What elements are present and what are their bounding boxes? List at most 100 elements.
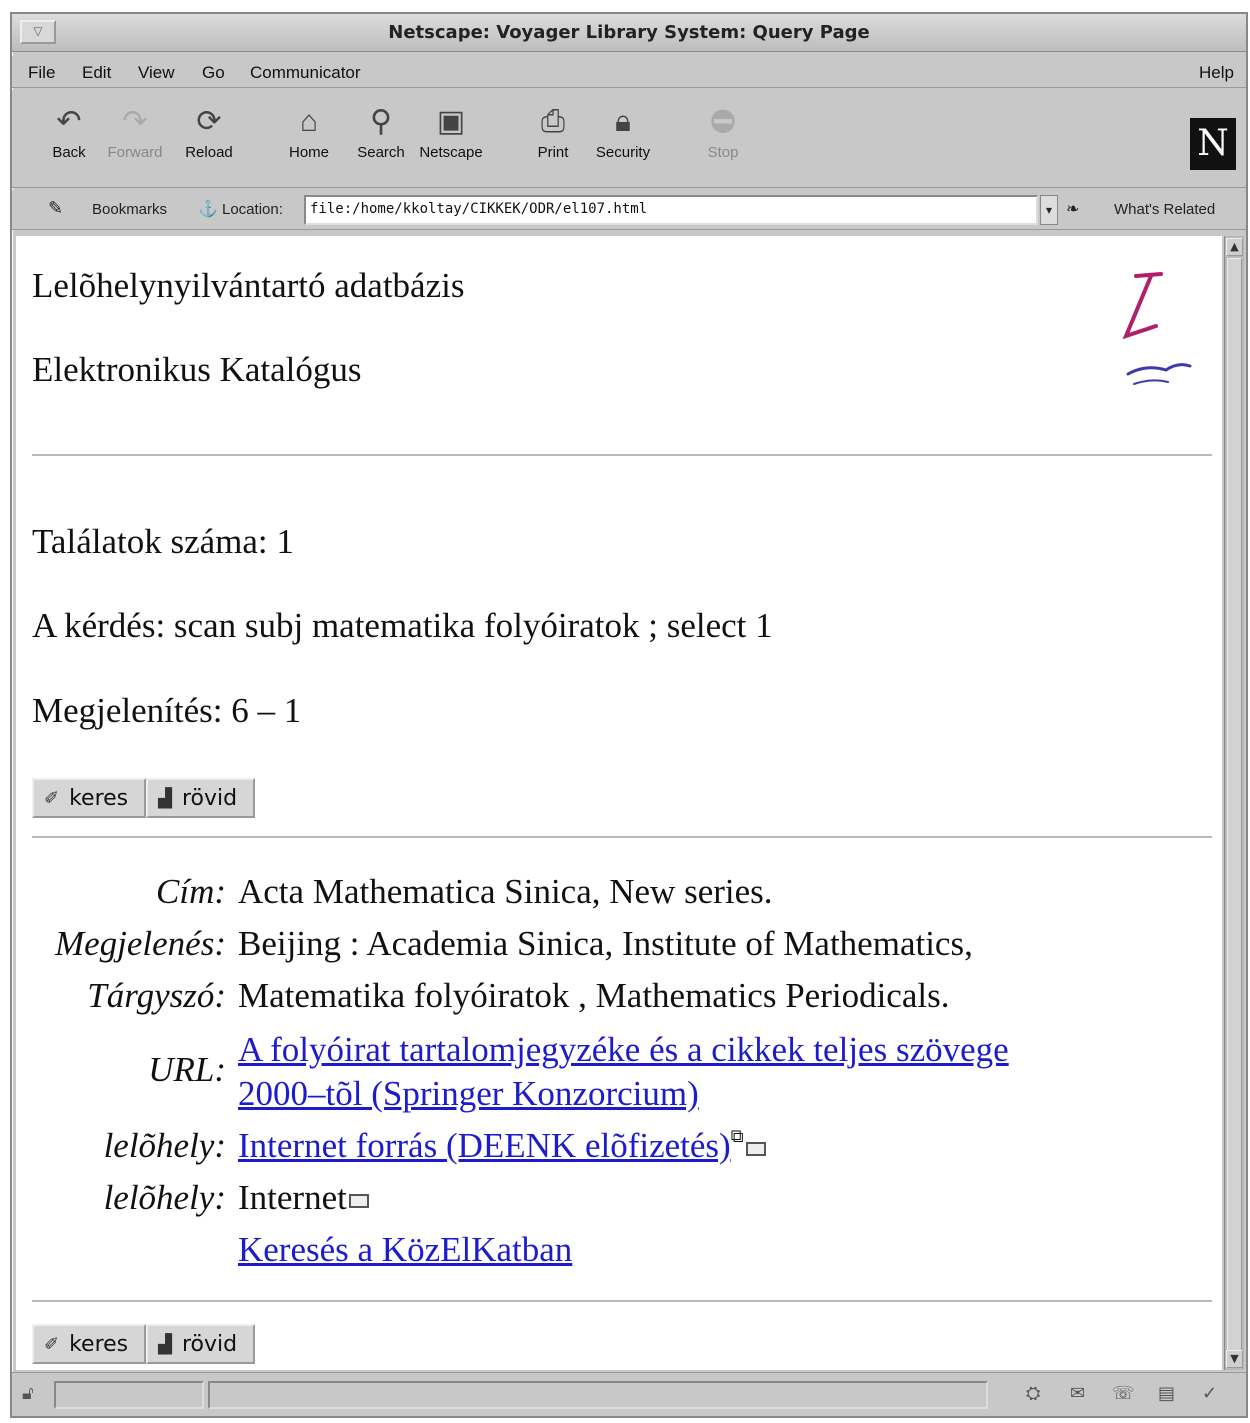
mail-icon[interactable]	[745, 1141, 766, 1156]
stop-button[interactable]: ⛔︎ Stop	[688, 100, 758, 178]
url-field[interactable]: file:/home/kkoltay/CIKKEK/ODR/el107.html	[304, 195, 1038, 225]
page-content: Lelõhelynyilvántartó adatbázis Elektroni…	[16, 236, 1222, 1370]
home-button[interactable]: ⌂ Home	[274, 100, 344, 178]
location-1-link[interactable]: Internet forrás (DEENK elõfizetés)	[238, 1126, 731, 1165]
component-bar-discussion-icon[interactable]: ☏	[1112, 1383, 1135, 1404]
location-bar: ✎ Bookmarks ⚓ Location: file:/home/kkolt…	[12, 190, 1246, 230]
divider	[32, 1300, 1212, 1302]
search-label: Search	[357, 144, 405, 161]
lock-icon: 🔒︎	[615, 105, 631, 138]
security-button[interactable]: 🔒︎ Security	[588, 100, 658, 178]
netscape-logo[interactable]: N	[1190, 118, 1236, 170]
title-bar: ▽ Netscape: Voyager Library System: Quer…	[12, 14, 1246, 52]
scroll-thumb[interactable]	[1227, 258, 1242, 1352]
component-bar-composer-icon[interactable]: ▤	[1158, 1383, 1175, 1404]
hits-count: Találatok száma: 1	[32, 522, 294, 561]
pencil-icon: ✐	[44, 787, 60, 809]
bookmarks-button[interactable]: Bookmarks	[92, 201, 167, 218]
home-label: Home	[288, 144, 329, 161]
forward-label: Forward	[107, 144, 163, 161]
divider	[32, 454, 1212, 456]
bar-chart-icon: ▟	[158, 1333, 172, 1355]
subject-value: Matematika folyóiratok , Mathematics Per…	[238, 976, 950, 1015]
progress-indicator	[54, 1381, 204, 1409]
back-button[interactable]: ↶ Back	[34, 100, 104, 178]
forward-arrow-icon: ↷	[122, 105, 148, 138]
fulltext-link-line2[interactable]: 2000–tõl (Springer Konzorcium)	[238, 1074, 699, 1113]
browser-window: ▽ Netscape: Voyager Library System: Quer…	[10, 12, 1248, 1418]
component-bar-mail-icon[interactable]: ✉	[1070, 1383, 1085, 1404]
navigation-toolbar: ↶ Back ↷ Forward ⟳ Reload ⌂ Home ⚲ Searc…	[12, 90, 1246, 188]
menu-help[interactable]: Help	[1199, 63, 1234, 83]
component-bar-navigator-icon[interactable]: ⛭	[1026, 1383, 1040, 1404]
netscape-label: Netscape	[419, 144, 483, 161]
search-form-label: keres	[69, 785, 129, 811]
home-icon: ⌂	[299, 105, 319, 138]
url-value: A folyóirat tartalomjegyzéke és a cikkek…	[238, 1028, 1009, 1116]
publication-label: Megjelenés:	[54, 924, 226, 963]
bibliographic-record: Cím: Acta Mathematica Sinica, New series…	[32, 872, 1212, 1272]
location-icon: ⚓	[198, 201, 218, 218]
pencil-icon: ✐	[44, 1333, 60, 1355]
menu-view[interactable]: View	[138, 63, 175, 83]
page-heading-database: Lelõhelynyilvántartó adatbázis	[32, 266, 465, 305]
url-label: URL:	[148, 1050, 226, 1089]
whats-related-button[interactable]: What's Related	[1114, 201, 1215, 218]
menu-bar: File Edit View Go Communicator Help	[12, 56, 1246, 88]
location-2-value: Internet	[238, 1178, 369, 1218]
scroll-up-icon[interactable]: ▲	[1226, 238, 1243, 256]
search-icon: ⚲	[370, 105, 392, 138]
back-arrow-icon: ↶	[56, 105, 82, 138]
title-value: Acta Mathematica Sinica, New series.	[238, 872, 773, 911]
menu-communicator[interactable]: Communicator	[250, 63, 361, 83]
query-text: A kérdés: scan subj matematika folyóirat…	[32, 606, 773, 645]
subject-label: Tárgyszó:	[87, 976, 226, 1015]
reload-icon: ⟳	[196, 105, 222, 138]
print-button[interactable]: ⎙ Print	[518, 100, 588, 178]
location-2-label: lelõhely:	[103, 1178, 226, 1217]
security-label: Security	[595, 144, 651, 161]
short-view-label: rövid	[182, 1331, 238, 1357]
netscape-button[interactable]: ▣ Netscape	[416, 100, 486, 178]
copy-icon[interactable]: ⧉	[731, 1126, 744, 1146]
window-title: Netscape: Voyager Library System: Query …	[388, 22, 870, 43]
mail-icon[interactable]	[348, 1193, 369, 1208]
menu-file[interactable]: File	[28, 63, 55, 83]
location-label: Location:	[222, 201, 283, 218]
search-button[interactable]: ⚲ Search	[346, 100, 416, 178]
menu-edit[interactable]: Edit	[82, 63, 111, 83]
search-form-button[interactable]: ✐ keres	[32, 778, 147, 818]
search-form-button[interactable]: ✐ keres	[32, 1324, 147, 1364]
vertical-scrollbar[interactable]: ▲ ▼	[1224, 236, 1244, 1370]
publication-value: Beijing : Academia Sinica, Institute of …	[238, 924, 973, 963]
short-view-button[interactable]: ▟ rövid	[146, 778, 256, 818]
bar-chart-icon: ▟	[158, 787, 172, 809]
handwritten-signature	[1122, 272, 1192, 385]
reload-label: Reload	[185, 144, 233, 161]
url-dropdown-icon[interactable]: ▾	[1040, 195, 1058, 225]
divider	[32, 836, 1212, 838]
stop-icon: ⛔︎	[710, 105, 736, 138]
reload-button[interactable]: ⟳ Reload	[174, 100, 244, 178]
result-buttons-top: ✐ keres ▟ rövid	[32, 778, 256, 818]
scroll-down-icon[interactable]: ▼	[1226, 1350, 1243, 1368]
location-2-text: Internet	[238, 1178, 347, 1217]
component-bar-tools-icon[interactable]: ✓	[1202, 1383, 1217, 1404]
search-form-label: keres	[69, 1331, 129, 1357]
forward-button[interactable]: ↷ Forward	[100, 100, 170, 178]
bookmarks-icon[interactable]: ✎	[48, 198, 63, 219]
display-range: Megjelenítés: 6 – 1	[32, 691, 302, 730]
stop-label: Stop	[707, 144, 739, 161]
menu-go[interactable]: Go	[202, 63, 225, 83]
title-label: Cím:	[156, 872, 226, 911]
status-message	[208, 1381, 988, 1409]
fulltext-link-line1[interactable]: A folyóirat tartalomjegyzéke és a cikkek…	[238, 1030, 1009, 1069]
kozelkat-search-link[interactable]: Keresés a KözElKatban	[238, 1230, 572, 1269]
page-heading-catalog: Elektronikus Katalógus	[32, 350, 362, 389]
netscape-icon: ▣	[436, 105, 466, 138]
location-1-label: lelõhely:	[103, 1126, 226, 1165]
back-label: Back	[52, 144, 86, 161]
short-view-label: rövid	[182, 785, 238, 811]
security-status-icon[interactable]: 🔓︎	[22, 1383, 34, 1404]
short-view-button[interactable]: ▟ rövid	[146, 1324, 256, 1364]
